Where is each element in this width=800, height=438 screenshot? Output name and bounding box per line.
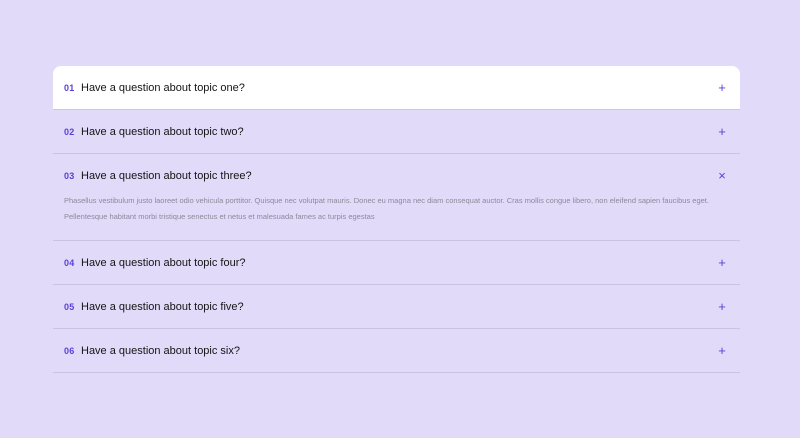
faq-item-5-header[interactable]: 05 Have a question about topic five? +: [53, 285, 740, 328]
faq-item-3-header[interactable]: 03 Have a question about topic three? ×: [53, 154, 740, 197]
plus-icon[interactable]: +: [715, 300, 729, 313]
faq-item-1-header[interactable]: 01 Have a question about topic one? +: [53, 66, 740, 109]
faq-answer: Phasellus vestibulum justo laoreet odio …: [64, 196, 709, 221]
faq-item-2: 02 Have a question about topic two? +: [53, 110, 740, 154]
faq-item-4: 04 Have a question about topic four? +: [53, 241, 740, 285]
faq-item-number: 02: [64, 126, 75, 137]
plus-icon[interactable]: +: [715, 125, 729, 138]
faq-item-number: 01: [64, 82, 75, 93]
faq-item-number: 03: [64, 170, 75, 181]
plus-icon[interactable]: +: [715, 81, 729, 94]
faq-item-number: 06: [64, 345, 75, 356]
faq-item-6-header[interactable]: 06 Have a question about topic six? +: [53, 329, 740, 372]
faq-question: Have a question about topic five?: [81, 300, 244, 313]
faq-question: Have a question about topic four?: [81, 256, 246, 269]
faq-item-4-header[interactable]: 04 Have a question about topic four? +: [53, 241, 740, 284]
faq-item-6: 06 Have a question about topic six? +: [53, 329, 740, 373]
faq-question: Have a question about topic six?: [81, 344, 240, 357]
faq-question: Have a question about topic three?: [81, 169, 252, 182]
plus-icon[interactable]: +: [715, 256, 729, 269]
close-icon[interactable]: ×: [715, 169, 729, 182]
faq-item-5: 05 Have a question about topic five? +: [53, 285, 740, 329]
faq-accordion: 01 Have a question about topic one? + 02…: [53, 66, 740, 373]
faq-item-number: 04: [64, 257, 75, 268]
faq-question: Have a question about topic two?: [81, 125, 244, 138]
faq-item-number: 05: [64, 301, 75, 312]
faq-item-1: 01 Have a question about topic one? +: [53, 66, 740, 110]
faq-item-3: 03 Have a question about topic three? × …: [53, 154, 740, 241]
plus-icon[interactable]: +: [715, 344, 729, 357]
faq-item-2-header[interactable]: 02 Have a question about topic two? +: [53, 110, 740, 153]
faq-question: Have a question about topic one?: [81, 81, 245, 94]
